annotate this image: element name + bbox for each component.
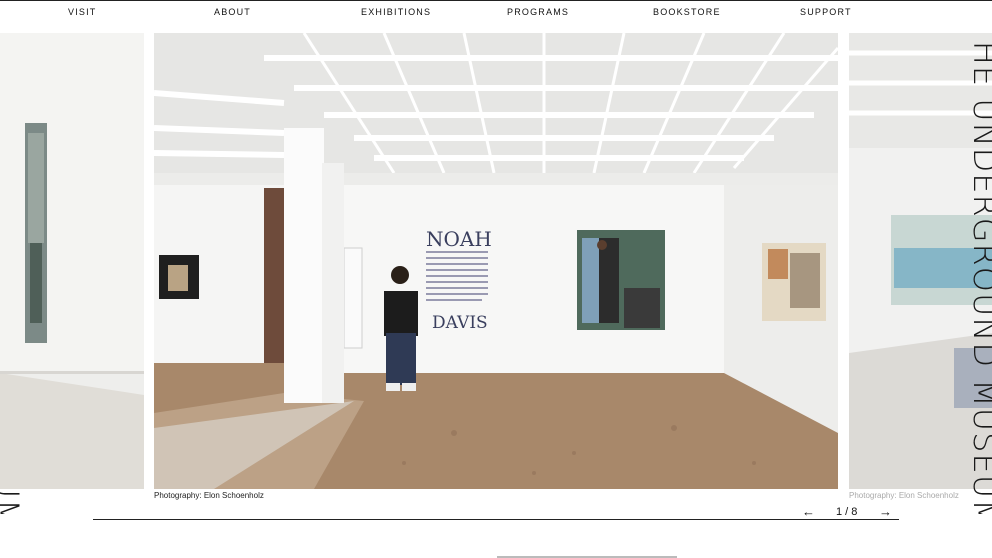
next-slide-button[interactable]: →: [879, 504, 892, 519]
gallery-slide-next[interactable]: [849, 33, 992, 489]
nav-bookstore[interactable]: BOOKSTORE: [653, 7, 721, 17]
prev-slide-button[interactable]: ←: [802, 504, 815, 519]
prev-gallery-photo: [0, 33, 144, 489]
divider: [93, 519, 899, 520]
museum-wordmark-right: THE UNDERGROUND MUSEUM: [972, 34, 992, 514]
nav-exhibitions[interactable]: EXHIBITIONS: [361, 7, 431, 17]
museum-wordmark-text: THE UNDERGROUND MUSEUM: [972, 34, 992, 514]
main-nav: VISIT ABOUT EXHIBITIONS PROGRAMS BOOKSTO…: [0, 0, 992, 24]
nav-about[interactable]: ABOUT: [214, 7, 251, 17]
next-gallery-photo: [849, 33, 992, 489]
gallery-photo: NOAH DAVIS: [154, 33, 838, 489]
nav-support[interactable]: SUPPORT: [800, 7, 852, 17]
wall-title-top: NOAH: [426, 227, 492, 251]
nav-visit[interactable]: VISIT: [68, 7, 97, 17]
gallery-slide-prev[interactable]: [0, 33, 144, 489]
nav-programs[interactable]: PROGRAMS: [507, 7, 569, 17]
slide-counter: 1 / 8: [836, 506, 858, 518]
gallery-slide-main[interactable]: NOAH DAVIS: [154, 33, 838, 489]
photo-credit-next: Photography: Elon Schoenholz: [849, 491, 959, 500]
wall-title-bottom: DAVIS: [432, 313, 488, 333]
photo-credit: Photography: Elon Schoenholz: [154, 491, 264, 500]
